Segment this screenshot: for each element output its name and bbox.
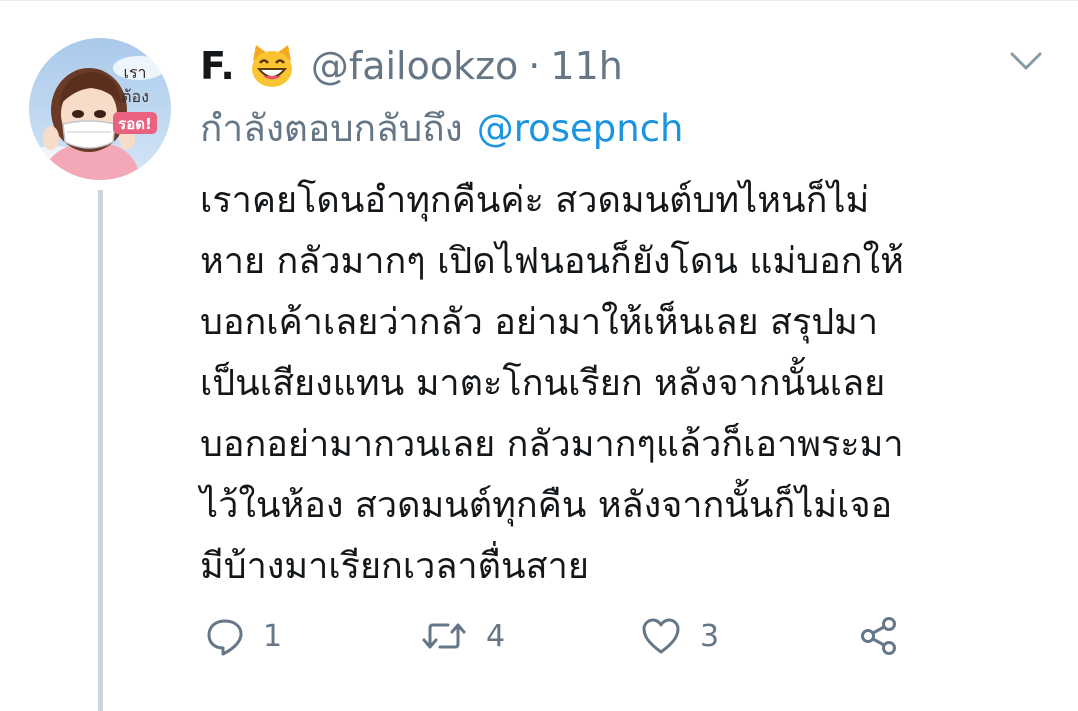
avatar-illustration: เรา ต้อง รอด!	[29, 38, 171, 180]
tweet-timestamp[interactable]: 11h	[550, 44, 622, 88]
tweet-text-line: ไว้ในห้อง สวดมนต์ทุกคืน หลังจากนั้นก็ไม่…	[200, 485, 893, 526]
retweet-count: 4	[486, 618, 506, 654]
replying-to-label: กำลังตอบกลับถึง	[200, 106, 463, 150]
tweet-text-line: มีบ้างมาเรียกเวลาตื่นสาย	[200, 546, 589, 587]
reply-button[interactable]: 1	[205, 608, 282, 664]
thread-line	[98, 190, 103, 711]
svg-text:เรา: เรา	[123, 63, 146, 82]
display-name[interactable]: F.	[200, 44, 235, 88]
tweet-text-line: เป็นเสียงแทน มาตะโกนเรียก หลังจากนั้นเลย	[200, 363, 886, 404]
share-icon	[858, 615, 900, 657]
chevron-down-icon[interactable]	[1006, 46, 1046, 76]
tweet-header: F. @failookzo · 11h	[200, 38, 623, 94]
svg-text:รอด!: รอด!	[118, 115, 152, 133]
heart-icon	[640, 616, 682, 656]
tweet-text-line: บอกเค้าเลยว่ากลัว อย่ามาให้เห็นเลย สรุปม…	[200, 302, 879, 343]
like-count: 3	[700, 618, 720, 654]
grinning-cat-face-icon	[247, 41, 297, 91]
top-divider	[0, 0, 1078, 1]
reply-count: 1	[263, 618, 283, 654]
replying-to: กำลังตอบกลับถึง @rosepnch	[200, 100, 684, 156]
tweet-text-line: หาย กลัวมากๆ เปิดไฟนอนก็ยังโดน แม่บอกให้	[200, 241, 904, 282]
reply-bubble-icon	[205, 616, 245, 656]
share-button[interactable]	[858, 608, 900, 664]
tweet-text: เราคยโดนอำทุกคืนค่ะ สวดมนต์บทไหนก็ไม่ หา…	[200, 170, 1060, 597]
avatar[interactable]: เรา ต้อง รอด!	[29, 38, 171, 180]
separator-dot: ·	[528, 44, 541, 88]
like-button[interactable]: 3	[640, 608, 719, 664]
retweet-icon	[420, 616, 468, 656]
svg-text:ต้อง: ต้อง	[121, 87, 149, 106]
user-handle[interactable]: @failookzo	[311, 44, 518, 88]
replying-to-mention[interactable]: @rosepnch	[477, 107, 684, 150]
tweet-text-line: เราคยโดนอำทุกคืนค่ะ สวดมนต์บทไหนก็ไม่	[200, 180, 870, 221]
tweet-text-line: บอกอย่ามากวนเลย กลัวมากๆแล้วก็เอาพระมา	[200, 424, 904, 465]
retweet-button[interactable]: 4	[420, 608, 505, 664]
